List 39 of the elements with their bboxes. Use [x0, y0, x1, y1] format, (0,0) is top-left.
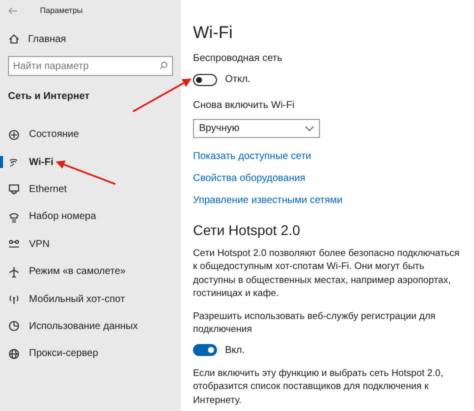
annotation-arrow	[56, 160, 116, 185]
toggle-switch[interactable]	[193, 344, 217, 356]
home-link[interactable]: Главная	[0, 32, 181, 46]
setting-label: Снова включить Wi-Fi	[193, 99, 296, 113]
sidebar-item[interactable]: Набор номера	[0, 203, 181, 231]
setting-label: Разрешить использовать веб-службу регистрации для подключения	[193, 310, 436, 337]
home-icon	[8, 33, 20, 45]
section-heading: Сети Hotspot 2.0	[193, 222, 302, 239]
sidebar-item[interactable]: Wi-Fi	[0, 148, 181, 176]
globe-icon	[8, 348, 20, 360]
search-icon	[159, 61, 168, 70]
annotation-arrow	[132, 78, 192, 112]
page-title: Wi-Fi	[193, 24, 234, 41]
link[interactable]: Свойства оборудования	[193, 171, 306, 186]
pie-chart-icon	[8, 320, 20, 332]
airplane-icon	[8, 266, 20, 278]
link[interactable]: Управление известными сетями	[193, 193, 343, 208]
link[interactable]: Показать доступные сети	[193, 149, 312, 164]
section-heading: Сеть и Интернет	[7, 90, 91, 104]
chevron-icon	[305, 126, 314, 132]
antenna-icon	[8, 293, 20, 306]
sidebar-item[interactable]: Ethernet	[0, 176, 181, 204]
toggle-switch[interactable]	[193, 74, 217, 86]
setting-label: Беспроводная сеть	[193, 52, 284, 66]
toggle-state: Вкл.	[225, 344, 245, 358]
description-text: Если включить эту функцию и выбрать сеть Hotspot 2.0, отобразится список поставщиков для подключения к Интернету.	[193, 366, 444, 408]
sidebar-item[interactable]: Мобильный хот-спот	[0, 285, 181, 313]
monitor-icon	[8, 183, 20, 196]
wifi-icon	[8, 156, 20, 168]
search-field[interactable]: Найти параметр	[8, 56, 173, 76]
sidebar-item[interactable]: VPN	[0, 230, 181, 258]
sidebar-item[interactable]: Использование данных	[0, 312, 181, 340]
description-text: Сети Hotspot 2.0 позволяют более безопасно подключаться к общедоступным хот-спотам Wi-Fi. Они могут быть доступны в общественных местах, например аэропортах, гостиницах и кафе.	[193, 246, 460, 301]
sidebar-item[interactable]: Состояние	[0, 121, 181, 148]
toggle-state: Откл.	[225, 73, 250, 87]
dropdown[interactable]: Вручную	[193, 119, 320, 138]
sidebar-item[interactable]: Режим «в самолете»	[0, 258, 181, 286]
window-title: Параметры	[40, 5, 83, 17]
sidebar-item[interactable]: Прокси-сервер	[0, 340, 181, 368]
